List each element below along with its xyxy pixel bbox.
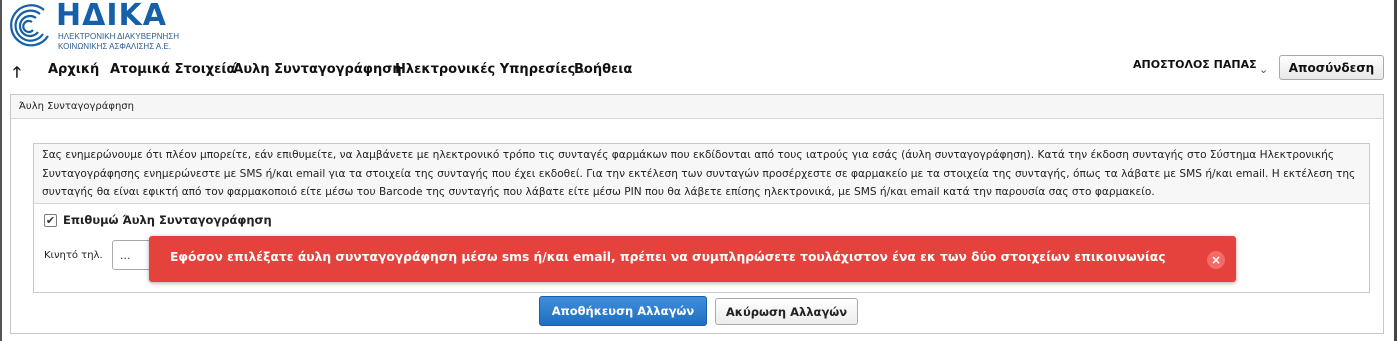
- error-toast: Εφόσον επιλέξατε άυλη συνταγογράφηση μέσ…: [149, 236, 1236, 282]
- idika-logo[interactable]: ΗΔΙΚΑ ΗΛΕΚΤΡΟΝΙΚΗ ΔΙΑΚΥΒΕΡΝΗΣΗ ΚΟΙΝΩΝΙΚΗ…: [4, 0, 204, 54]
- nav-item-home[interactable]: Αρχική: [48, 62, 99, 77]
- nav-item-electronic-services-label: Ηλεκτρονικές Υπηρεσίες: [395, 62, 576, 77]
- notice-line-3: συνταγής θα είναι εφικτή από τον φαρμακο…: [42, 186, 1155, 198]
- save-changes-button[interactable]: Αποθήκευση Αλλαγών: [539, 296, 707, 326]
- user-menu-chevron-icon[interactable]: ⌄: [1259, 63, 1268, 76]
- logo-wordmark: ΗΔΙΚΑ: [56, 0, 167, 33]
- up-arrow-icon[interactable]: 🡑: [13, 62, 21, 87]
- paperless-opt-in-checkbox[interactable]: ✔ Επιθυμώ Άυλη Συνταγογράφηση: [44, 213, 272, 227]
- panel-title: Άυλη Συνταγογράφηση: [11, 95, 1383, 119]
- nav-item-electronic-services[interactable]: Ηλεκτρονικές Υπηρεσίες ⌄: [395, 62, 588, 77]
- main-navbar: 🡑 Αρχική Ατομικά Στοιχεία Άυλη Συνταγογρ…: [0, 55, 1397, 87]
- info-notice: Σας ενημερώνουμε ότι πλέον μπορείτε, εάν…: [34, 144, 1369, 204]
- mobile-phone-label: Κινητό τηλ.: [44, 250, 103, 261]
- nav-item-paperless-prescription[interactable]: Άυλη Συνταγογράφηση: [233, 62, 402, 77]
- notice-line-1: Σας ενημερώνουμε ότι πλέον μπορείτε, εάν…: [42, 149, 1335, 161]
- nav-item-help[interactable]: Βοήθεια: [574, 62, 632, 77]
- paperless-prescription-panel: Άυλη Συνταγογράφηση Σας ενημερώνουμε ότι…: [10, 94, 1384, 334]
- checkbox-checked-icon[interactable]: ✔: [44, 213, 57, 227]
- error-toast-message: Εφόσον επιλέξατε άυλη συνταγογράφηση μέσ…: [170, 250, 1166, 264]
- checkbox-label: Επιθυμώ Άυλη Συνταγογράφηση: [63, 213, 272, 227]
- logout-button[interactable]: Αποσύνδεση: [1279, 55, 1384, 80]
- logo-subtitle-line2: ΚΟΙΝΩΝΙΚΗΣ ΑΣΦΑΛΙΣΗΣ Α.Ε.: [58, 42, 172, 51]
- logo-subtitle: ΗΛΕΚΤΡΟΝΙΚΗ ΔΙΑΚΥΒΕΡΝΗΣΗ ΚΟΙΝΩΝΙΚΗΣ ΑΣΦΑ…: [58, 32, 198, 52]
- close-icon[interactable]: ×: [1207, 251, 1225, 269]
- user-menu-name[interactable]: ΑΠΟΣΤΟΛΟΣ ΠΑΠΑΣ: [1133, 58, 1257, 70]
- notice-line-2: Συνταγογράφησης ενημερώνεστε με SMS ή/κα…: [42, 167, 1356, 180]
- window-frame-left: [0, 0, 2, 341]
- logo-swirl-icon: [10, 4, 49, 47]
- nav-item-personal-info[interactable]: Ατομικά Στοιχεία: [110, 62, 235, 77]
- logo-subtitle-line1: ΗΛΕΚΤΡΟΝΙΚΗ ΔΙΑΚΥΒΕΡΝΗΣΗ: [58, 32, 179, 41]
- cancel-changes-button[interactable]: Ακύρωση Αλλαγών: [715, 298, 858, 325]
